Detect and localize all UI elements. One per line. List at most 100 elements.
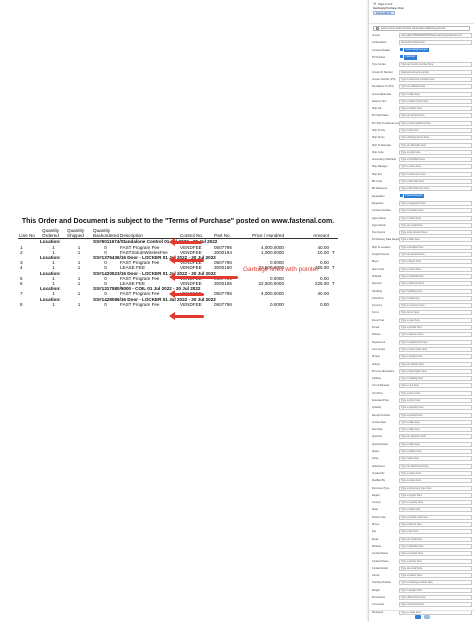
red-pointer-arrow — [169, 312, 204, 320]
field-input[interactable]: www.dolor/78834929/7894/fastenal/invoice… — [399, 33, 472, 39]
field-input[interactable]: Type a unit here — [399, 383, 472, 389]
field-lookup[interactable]: Fastenal — [399, 55, 472, 60]
field-input[interactable]: Type a chartfield here — [399, 157, 472, 163]
field-input[interactable]: Type a quantity here — [399, 405, 472, 411]
field-input[interactable]: Type a document type here — [399, 485, 472, 491]
field-input[interactable]: Type a department here — [399, 339, 472, 345]
field-label: Receipt Number — [372, 413, 391, 417]
file-chip[interactable]: Fastenal/Eur1 — [373, 11, 395, 15]
field-input[interactable]: Type handling here — [399, 288, 472, 294]
form-field: Period Type a period here — [369, 324, 474, 331]
cancel-button[interactable] — [423, 614, 430, 619]
field-input[interactable]: Type an email here — [399, 222, 472, 228]
field-input[interactable]: Type a total here — [399, 295, 472, 301]
field-chip[interactable]: Fastenal — [404, 55, 417, 60]
field-input[interactable]: Type a tax amount here — [399, 230, 472, 236]
form-field: Ship To Alternate Type an alternate here — [369, 141, 474, 148]
field-input[interactable]: Type a carrier here — [399, 106, 472, 112]
field-input[interactable]: Type a date here — [399, 91, 472, 97]
field-input[interactable]: Type a tracking number here — [399, 580, 472, 586]
field-label: Website — [372, 544, 381, 548]
save-button[interactable] — [414, 614, 421, 619]
field-input[interactable]: Type a reference number here — [399, 76, 472, 82]
field-input[interactable]: Type a region here — [399, 492, 472, 498]
field-label: Dimensions — [372, 596, 386, 599]
field-input[interactable]: Type a street address here — [399, 120, 472, 126]
field-label: Ship To City — [372, 129, 386, 132]
field-input[interactable]: Type a name here — [399, 164, 472, 170]
field-input[interactable]: Type a date here — [399, 427, 472, 433]
field-input[interactable]: Type a year here — [399, 317, 472, 323]
field-input[interactable]: Type a contact here — [399, 551, 472, 557]
search-input[interactable]: Lorem ipsum dolor sit amet consectetur a… — [373, 26, 470, 31]
field-input[interactable]: Type a price here — [399, 390, 472, 396]
field-input[interactable]: Type a bill code here — [399, 179, 472, 185]
field-input[interactable]: Type a cost center here — [399, 346, 472, 352]
field-input[interactable]: Type a country here — [399, 500, 472, 506]
field-input[interactable]: Type a reference here — [399, 171, 472, 177]
field-input[interactable]: Type a location here — [399, 244, 472, 250]
field-input[interactable]: Type a name here — [399, 478, 472, 484]
field-input[interactable]: Type an invoice number here — [399, 62, 472, 68]
field-input[interactable]: Type a city here — [399, 128, 472, 133]
field-input[interactable]: Type a weight here — [399, 587, 472, 593]
red-pointer-arrow — [169, 290, 204, 298]
field-input[interactable]: Type an attachment here — [399, 463, 472, 469]
field-chip[interactable]: FastenalAgreement — [404, 47, 429, 53]
field-input[interactable]: Type notes here — [399, 456, 472, 462]
field-input[interactable]: Type a count here — [399, 266, 472, 272]
field-input[interactable]: Type a subtotal here — [399, 273, 472, 279]
field-lookup[interactable]: FastenalSupply — [399, 193, 472, 199]
field-label: Agent Name — [372, 216, 386, 220]
field-input[interactable]: Type an approver here — [399, 434, 472, 440]
field-input[interactable]: Type a date here — [399, 419, 472, 425]
field-input[interactable]: Type a period here — [399, 325, 472, 331]
field-input[interactable]: Type an email here — [399, 565, 472, 571]
field-input[interactable]: Type an address here — [399, 84, 472, 90]
field-input[interactable]: Type a postal code here — [399, 514, 472, 520]
field-input[interactable]: Type a bill reference here — [399, 186, 472, 192]
field-input[interactable]: Type a buyer here — [399, 259, 472, 265]
field-input[interactable]: Type a date here — [399, 237, 472, 243]
field-input[interactable]: Type a website here — [399, 543, 472, 549]
field-input[interactable]: Type a phone here — [399, 558, 472, 564]
field-input[interactable]: Type an amount here — [399, 252, 472, 258]
field-input[interactable]: Type a name here — [399, 470, 472, 476]
field-input[interactable]: Type comments here — [399, 602, 472, 608]
field-input[interactable]: Type a division here — [399, 332, 472, 338]
field-input[interactable]: Type a state here — [399, 507, 472, 513]
field-input[interactable]: Type a date here — [399, 441, 472, 447]
field-input[interactable]: Type a project here — [399, 354, 472, 360]
field-input[interactable]: Type a phone here — [399, 522, 472, 528]
field-label: Subtotal — [372, 274, 382, 278]
field-input[interactable]: Type a fax here — [399, 529, 472, 535]
field-chip[interactable]: FastenalSupply — [404, 193, 425, 199]
field-input[interactable]: Type a currency here — [399, 303, 472, 309]
form-field: Approver Type an approver here — [369, 433, 474, 440]
field-input[interactable]: Type shipping terms here — [399, 135, 472, 141]
field-input[interactable]: Type terms here — [399, 310, 472, 316]
field-input[interactable]: Type an amount here — [399, 113, 472, 119]
column-header: Amount — [313, 233, 329, 239]
field-input[interactable]: NamesCons/Nonstan — [399, 40, 472, 46]
field-input[interactable]: Type a delivery line here — [399, 98, 472, 104]
field-lookup[interactable]: FastenalAgreement — [399, 47, 472, 53]
field-input[interactable]: Type a catalog here — [399, 376, 472, 382]
field-input[interactable]: Type a description here — [399, 368, 472, 374]
field-input[interactable]: Type an activity here — [399, 361, 472, 367]
field-input[interactable]: Type dimensions here — [399, 595, 472, 600]
field-input[interactable]: Type an alternate here — [399, 142, 472, 148]
field-input[interactable]: Type a status here — [399, 449, 472, 455]
form-field: Subtotal Type a subtotal here — [369, 273, 474, 280]
field-input[interactable]: Type a requester here — [399, 200, 472, 206]
field-input[interactable]: Type a number here — [399, 208, 472, 214]
field-input[interactable]: Type a carrier here — [399, 573, 472, 579]
field-input[interactable]: Fastenal account number — [399, 69, 472, 75]
field-input[interactable]: Type a discount here — [399, 281, 472, 287]
field-input[interactable]: Type a name here — [399, 215, 472, 221]
field-input[interactable]: Type an email here — [399, 536, 472, 542]
form-field: Ship To Location Type a location here — [369, 244, 474, 251]
field-input[interactable]: Type a receipt here — [399, 412, 472, 418]
field-input[interactable]: Type a code here — [399, 149, 472, 155]
field-input[interactable]: Type a price here — [399, 397, 472, 403]
